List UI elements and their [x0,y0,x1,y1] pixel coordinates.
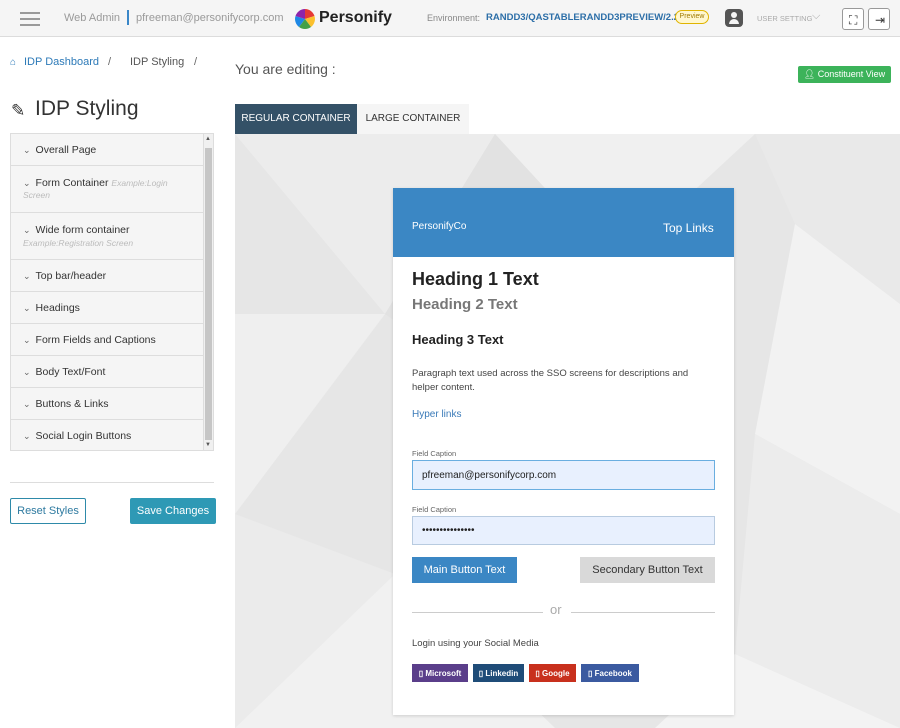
breadcrumb-current: IDP Styling [130,56,185,68]
heading-2: Heading 2 Text [412,296,518,313]
user-icon[interactable] [725,9,743,27]
google-login-button[interactable]: ▯ Google [529,664,576,682]
paintbrush-icon: ✎ [11,101,26,120]
chevron-down-icon: ⌄ [23,225,31,235]
section-label: Form Fields and Captions [35,333,156,346]
scroll-up-icon[interactable]: ▲ [205,136,211,142]
chevron-down-icon: ⌄ [23,366,31,377]
tab-large-container[interactable]: LARGE CONTAINER [357,104,469,134]
breadcrumb-separator: / [108,56,112,68]
secondary-button[interactable]: Secondary Button Text [580,557,715,583]
divider [412,612,543,613]
section-overall-page[interactable]: ⌄ Overall Page [11,134,203,166]
section-buttons-links[interactable]: ⌄ Buttons & Links [11,388,203,420]
page-title: IDP Styling [35,97,139,120]
editing-label: You are editing : [235,61,336,77]
chevron-down-icon: ⌄ [23,334,31,345]
preview-card: PersonifyCo Top Links Heading 1 Text Hea… [393,188,734,715]
scrollbar-thumb[interactable] [205,148,212,440]
linkedin-login-button[interactable]: ▯ Linkedin [473,664,524,682]
environment-label: Environment: [427,13,481,23]
social-login-label: Login using your Social Media [412,638,539,649]
section-top-bar-header[interactable]: ⌄ Top bar/header [11,260,203,292]
section-label: Wide form container [35,224,130,236]
logout-button[interactable]: ⇥ [868,8,890,30]
section-label: Top bar/header [35,269,107,282]
user-email: pfreeman@personifycorp.com [136,12,284,24]
fullscreen-icon: ⛶ [849,13,858,27]
chevron-down-icon: ⌄ [23,302,31,313]
reset-styles-button[interactable]: Reset Styles [10,498,86,524]
section-headings[interactable]: ⌄ Headings [11,292,203,324]
email-field[interactable] [412,460,715,490]
section-label: Body Text/Font [35,365,106,378]
fullscreen-button[interactable]: ⛶ [842,8,864,30]
brand-name: Personify [319,9,392,26]
preview-badge: Preview [675,10,709,24]
paragraph-text: Paragraph text used across the SSO scree… [412,368,689,393]
card-brand: PersonifyCo [412,221,467,232]
chevron-down-icon: ⌄ [23,270,31,281]
hyperlink[interactable]: Hyper links [412,409,461,420]
user-icon: 👤︎ [803,69,816,79]
tab-regular-container[interactable]: REGULAR CONTAINER [235,104,357,134]
environment-value: RANDD3/QASTABLERANDD3PREVIEW/2.20.0 [486,12,693,23]
breadcrumb-dashboard-link[interactable]: IDP Dashboard [24,56,99,68]
chevron-down-icon: ⌄ [23,398,31,409]
personify-logo [295,9,315,29]
accordion-scrollbar[interactable]: ▲ ▼ [203,133,214,451]
section-social-login[interactable]: ⌄ Social Login Buttons [11,420,203,450]
scroll-down-icon[interactable]: ▼ [205,442,211,448]
breadcrumb-separator: / [194,56,198,68]
save-changes-button[interactable]: Save Changes [130,498,216,524]
section-label: Social Login Buttons [35,429,132,442]
top-links[interactable]: Top Links [663,221,714,235]
section-label: Overall Page [35,143,97,156]
divider [127,10,129,25]
section-label: Buttons & Links [35,397,109,410]
section-body-text[interactable]: ⌄ Body Text/Font [11,356,203,388]
constituent-view-button[interactable]: 👤︎ Constituent View [798,66,891,83]
hamburger-icon[interactable] [20,12,40,26]
divider [571,612,715,613]
style-sections-accordion: ⌄ Overall Page ⌄ Form Container Example:Lo… [10,133,203,451]
section-wide-form-container[interactable]: ⌄ Wide form container Example:Registratio… [11,213,203,260]
facebook-login-button[interactable]: ▯ Facebook [581,664,639,682]
heading-3: Heading 3 Text [412,332,504,347]
section-form-fields[interactable]: ⌄ Form Fields and Captions [11,324,203,356]
section-label: Headings [35,301,80,314]
logout-icon: ⇥ [875,13,886,27]
card-header: PersonifyCo Top Links [393,188,734,257]
or-separator: or [550,602,562,617]
app-name: Web Admin [64,12,121,24]
password-field[interactable] [412,516,715,545]
heading-1: Heading 1 Text [412,269,539,289]
chevron-down-icon[interactable]: ⌵ [812,10,820,23]
section-example: Example:Registration Screen [23,238,134,248]
chevron-down-icon: ⌄ [23,178,31,188]
main-button[interactable]: Main Button Text [412,557,517,583]
constituent-view-label: Constituent View [817,69,886,79]
section-form-container[interactable]: ⌄ Form Container Example:Login Screen [11,166,203,213]
chevron-down-icon: ⌄ [23,430,31,441]
top-bar: Web Admin pfreeman@personifycorp.com Per… [0,0,900,37]
home-icon[interactable]: ⌂ [10,57,16,68]
section-label: Form Container [35,177,109,189]
field-caption: Field Caption [412,449,457,458]
user-setting-menu[interactable]: USER SETTING [757,14,812,23]
chevron-down-icon: ⌄ [23,144,31,155]
divider [10,482,214,483]
field-caption: Field Caption [412,505,457,514]
microsoft-login-button[interactable]: ▯ Microsoft [412,664,468,682]
